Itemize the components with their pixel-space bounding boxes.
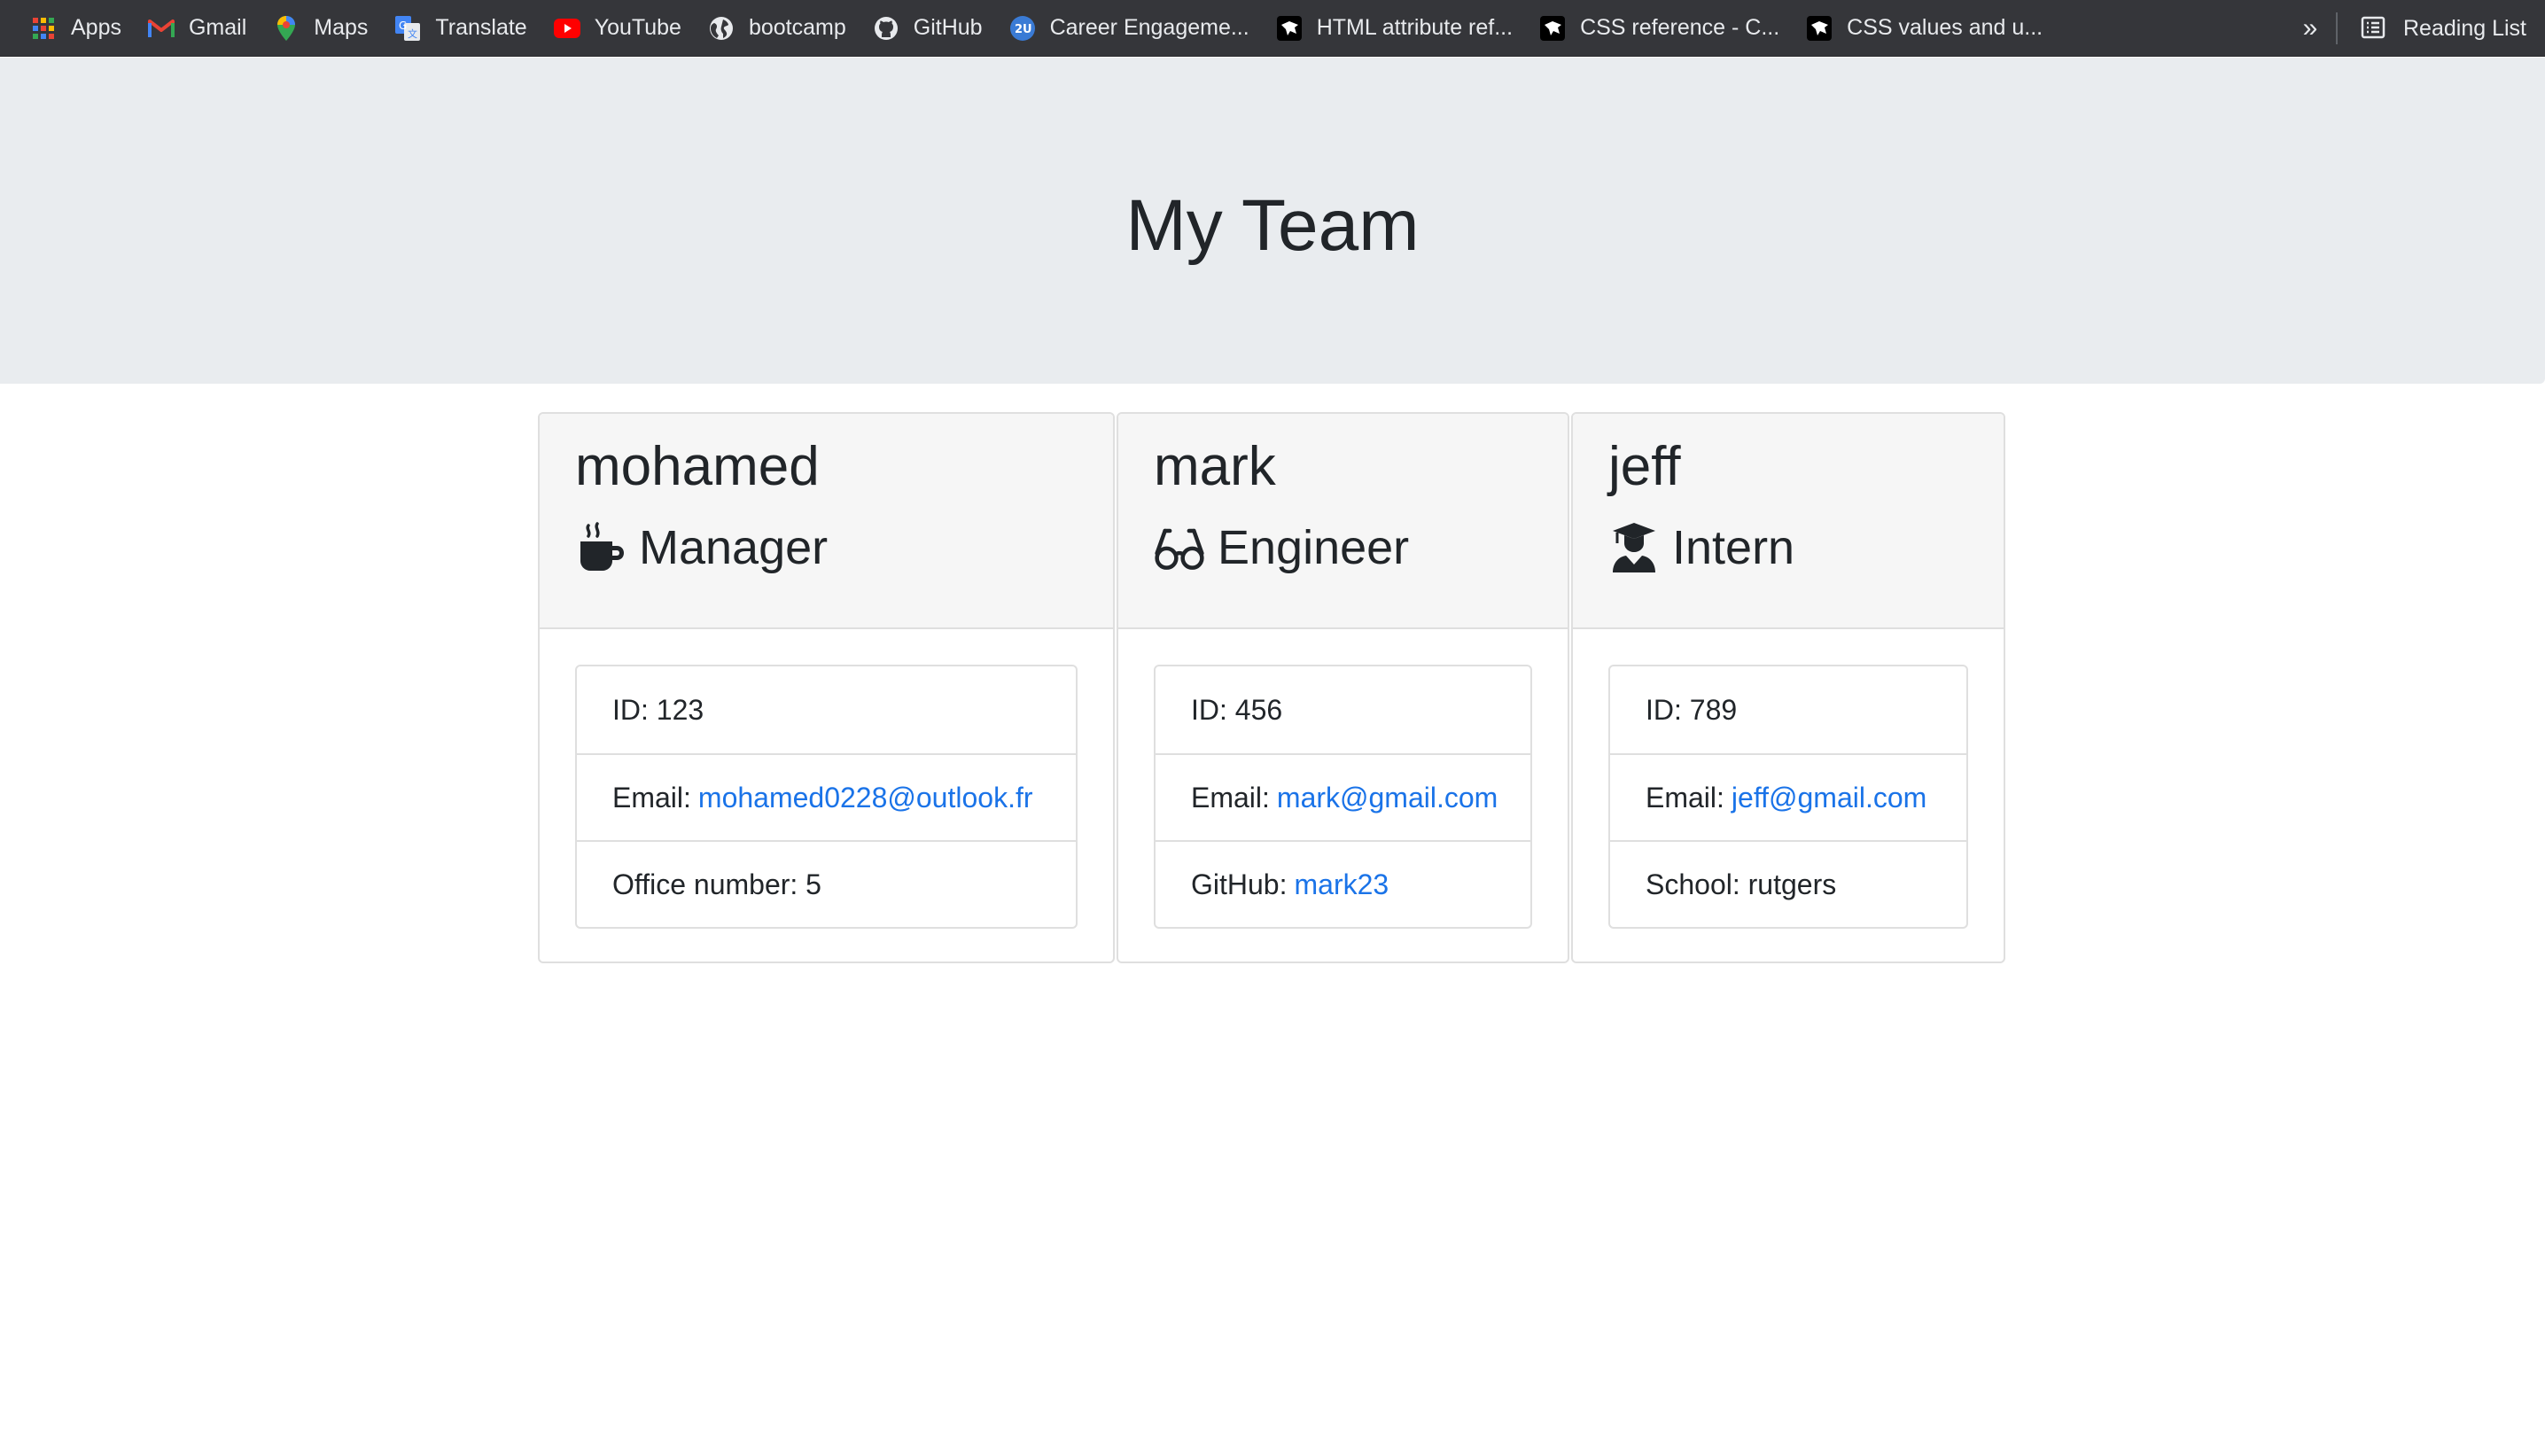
id-label: ID: [612, 693, 649, 726]
mdn-icon [1539, 15, 1566, 42]
mug-icon [575, 522, 627, 573]
reading-list-button[interactable]: Reading List [2348, 7, 2539, 50]
bookmark-label: Maps [314, 15, 369, 40]
member-id: ID: 123 [577, 666, 1076, 753]
member-role-label: Manager [639, 521, 829, 575]
member-email: Email: jeff@gmail.com [1610, 753, 1966, 840]
bookmark-label: HTML attribute ref... [1316, 15, 1514, 40]
svg-text:文: 文 [408, 27, 417, 40]
member-github: GitHub: mark23 [1156, 840, 1530, 927]
member-name: mohamed [575, 436, 820, 497]
card-body: ID: 789 Email: jeff@gmail.com School: ru… [1573, 629, 2004, 929]
bookmark-maps[interactable]: Maps [261, 7, 380, 50]
id-value: 123 [656, 693, 704, 726]
github-label: GitHub: [1191, 868, 1288, 900]
reading-list-icon [2361, 15, 2387, 42]
bookmark-github[interactable]: GitHub [860, 7, 995, 50]
bookmark-label: YouTube [594, 15, 681, 40]
id-value: 456 [1234, 693, 1283, 726]
gmail-icon [147, 15, 175, 42]
page-title: My Team [1125, 185, 1420, 266]
github-icon [873, 15, 899, 42]
member-name: mark [1154, 436, 1276, 497]
apps-grid-icon [30, 15, 57, 42]
bookmark-label: Apps [71, 15, 121, 40]
team-cards: mohamed Manager ID: 123 Email: mohamed02… [538, 412, 2007, 963]
bookmark-label: Career Engageme... [1049, 15, 1249, 40]
id-value: 789 [1689, 693, 1738, 726]
email-label: Email: [612, 781, 691, 814]
card-body: ID: 456 Email: mark@gmail.com GitHub: ma… [1118, 629, 1568, 929]
card-header: mohamed Manager [540, 414, 1113, 629]
member-role: Intern [1608, 522, 1968, 573]
member-id: ID: 789 [1610, 666, 1966, 753]
bookmark-css-values[interactable]: CSS values and u... [1794, 7, 2055, 50]
member-id: ID: 456 [1156, 666, 1530, 753]
glasses-icon [1154, 522, 1205, 573]
card-header: mark Engineer [1118, 414, 1568, 629]
member-info-list: ID: 789 Email: jeff@gmail.com School: ru… [1608, 665, 1968, 929]
page-header: My Team [0, 58, 2545, 384]
youtube-icon [553, 15, 580, 42]
email-link[interactable]: jeff@gmail.com [1732, 782, 1926, 814]
member-role: Manager [575, 522, 1078, 573]
bookmark-career-engagement[interactable]: 2U Career Engageme... [997, 7, 1262, 50]
svg-text:2U: 2U [1015, 23, 1032, 36]
bookmark-translate[interactable]: G 文 Translate [382, 7, 539, 50]
bookmarks-overflow-button[interactable]: » [2295, 7, 2325, 50]
mdn-icon [1276, 15, 1303, 42]
bookmark-label: CSS values and u... [1847, 15, 2043, 40]
id-label: ID: [1646, 693, 1682, 726]
office-number-label: Office number: [612, 868, 798, 900]
graduate-icon [1608, 522, 1660, 573]
bookmark-apps[interactable]: Apps [18, 7, 134, 50]
member-email: Email: mohamed0228@outlook.fr [577, 753, 1076, 840]
email-link[interactable]: mark@gmail.com [1277, 782, 1498, 814]
card-header: jeff Intern [1573, 414, 2004, 629]
bookmark-gmail[interactable]: Gmail [136, 7, 259, 50]
member-role-label: Engineer [1218, 521, 1410, 575]
member-name: jeff [1608, 436, 1681, 497]
school-value: rutgers [1747, 868, 1837, 900]
member-info-list: ID: 456 Email: mark@gmail.com GitHub: ma… [1154, 665, 1532, 929]
member-office-number: Office number: 5 [577, 840, 1076, 927]
email-link[interactable]: mohamed0228@outlook.fr [698, 782, 1033, 814]
bookmark-css-reference[interactable]: CSS reference - C... [1527, 7, 1792, 50]
github-link[interactable]: mark23 [1294, 868, 1389, 901]
member-school: School: rutgers [1610, 840, 1966, 927]
bookmark-label: GitHub [913, 15, 983, 40]
bookmark-youtube[interactable]: YouTube [541, 7, 694, 50]
bookmark-label: Translate [435, 15, 527, 40]
bookmark-bootcamp[interactable]: bootcamp [696, 7, 859, 50]
bookmark-html-attribute-ref[interactable]: HTML attribute ref... [1264, 7, 1525, 50]
id-label: ID: [1191, 693, 1227, 726]
member-email: Email: mark@gmail.com [1156, 753, 1530, 840]
email-label: Email: [1646, 781, 1724, 814]
bookmark-label: CSS reference - C... [1580, 15, 1780, 40]
reading-list-label: Reading List [2403, 15, 2526, 41]
office-number-value: 5 [806, 868, 821, 900]
school-label: School: [1646, 868, 1740, 900]
bookmarks-bar: Apps Gmail Maps G 文 Translate YouTube bo… [0, 0, 2545, 57]
mdn-icon [1806, 15, 1833, 42]
bookmarks-divider [2336, 12, 2338, 44]
team-member-card: mark Engineer ID: 456 Email: mark@gmail.… [1117, 412, 1569, 963]
email-label: Email: [1191, 781, 1270, 814]
team-member-card: jeff Intern ID: 789 Email: jeff@gmail.co… [1571, 412, 2005, 963]
bookmark-label: Gmail [188, 15, 247, 40]
card-body: ID: 123 Email: mohamed0228@outlook.fr Of… [540, 629, 1113, 929]
translate-icon: G 文 [394, 15, 421, 42]
member-role-label: Intern [1672, 521, 1795, 575]
bookmark-label: bootcamp [748, 15, 846, 40]
maps-pin-icon [273, 15, 300, 42]
member-info-list: ID: 123 Email: mohamed0228@outlook.fr Of… [575, 665, 1078, 929]
globe-icon [708, 15, 735, 42]
2u-icon: 2U [1009, 15, 1036, 42]
member-role: Engineer [1154, 522, 1532, 573]
svg-text:G: G [399, 19, 407, 32]
team-member-card: mohamed Manager ID: 123 Email: mohamed02… [538, 412, 1115, 963]
